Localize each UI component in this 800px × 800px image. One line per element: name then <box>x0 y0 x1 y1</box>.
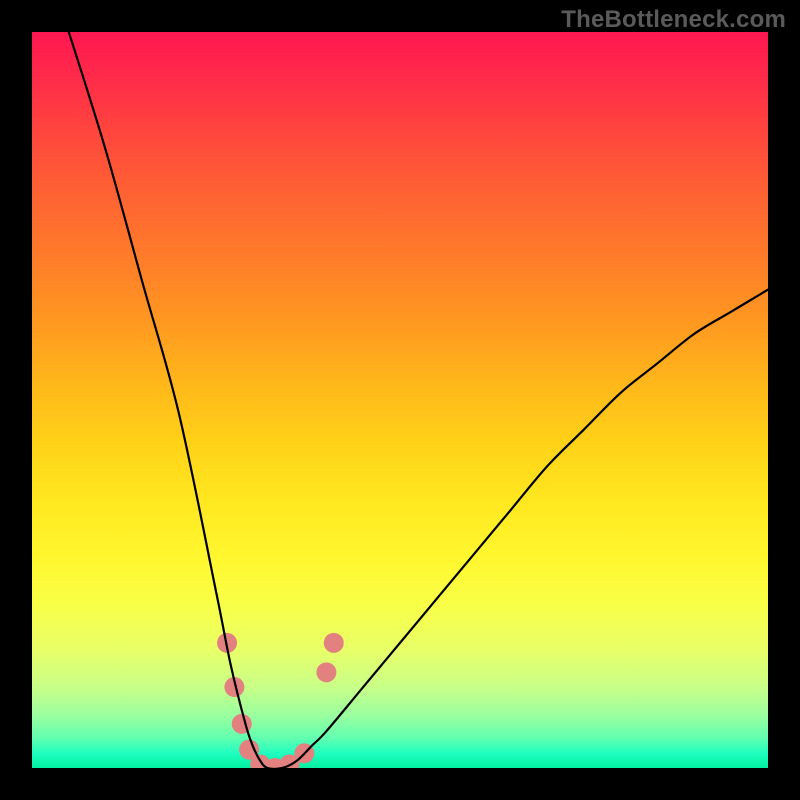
plot-area <box>32 32 768 768</box>
data-marker <box>316 662 336 682</box>
chart-svg <box>32 32 768 768</box>
watermark-text: TheBottleneck.com <box>561 6 786 34</box>
chart-frame: TheBottleneck.com <box>0 0 800 800</box>
data-marker <box>232 714 252 734</box>
bottleneck-curve <box>69 32 768 768</box>
data-marker <box>324 633 344 653</box>
marker-layer <box>217 633 344 768</box>
